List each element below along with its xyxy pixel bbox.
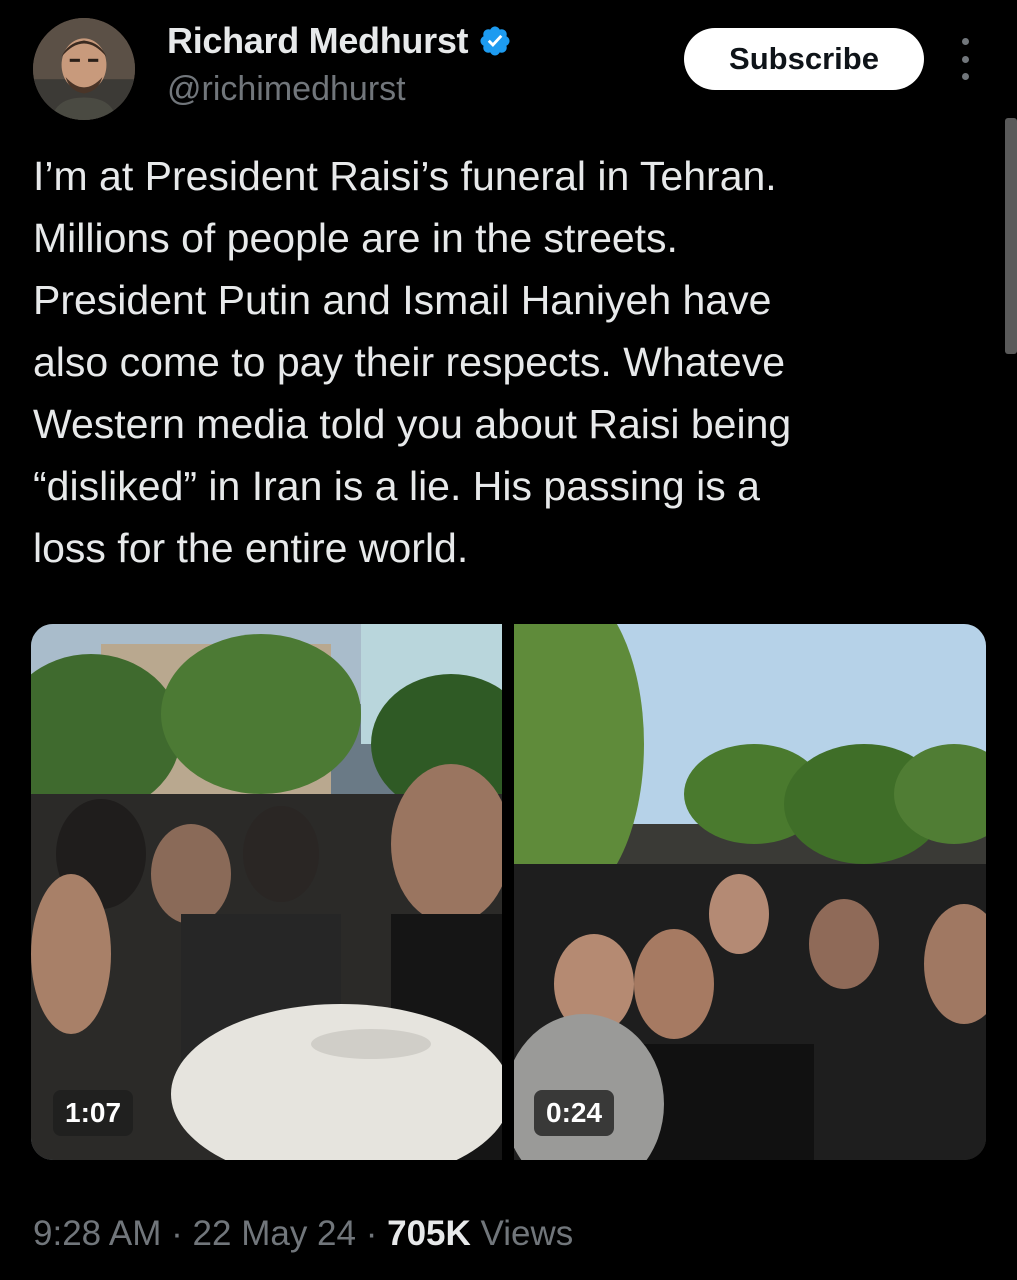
video-thumbnail-2[interactable]: 0:24 bbox=[514, 624, 986, 1160]
more-dot bbox=[961, 73, 969, 80]
tweet-meta: 9:28 AM · 22 May 24 · 705K Views bbox=[33, 1214, 573, 1254]
video-frame-1 bbox=[31, 624, 502, 1160]
avatar[interactable] bbox=[33, 18, 135, 120]
tweet-date[interactable]: 22 May 24 bbox=[193, 1214, 356, 1253]
tweet-text: I’m at President Raisi’s funeral in Tehr… bbox=[33, 153, 792, 571]
verified-badge-icon bbox=[480, 26, 510, 56]
author-handle[interactable]: @richimedhurst bbox=[167, 70, 406, 109]
video-duration-badge: 0:24 bbox=[534, 1090, 615, 1136]
views-label: Views bbox=[480, 1214, 574, 1253]
author-display-name[interactable]: Richard Medhurst bbox=[167, 20, 469, 62]
more-dot bbox=[961, 55, 969, 63]
meta-separator: · bbox=[171, 1214, 183, 1253]
video-frame-2 bbox=[514, 624, 986, 1160]
meta-separator: · bbox=[365, 1214, 378, 1253]
avatar-image bbox=[33, 18, 135, 120]
tweet-time[interactable]: 9:28 AM bbox=[33, 1214, 161, 1253]
scrollbar[interactable] bbox=[1005, 118, 1017, 354]
views-count: 705K bbox=[387, 1214, 471, 1253]
video-thumbnail-1[interactable]: 1:07 bbox=[31, 624, 502, 1160]
subscribe-button[interactable]: Subscribe bbox=[684, 28, 924, 90]
more-options-icon[interactable] bbox=[952, 38, 978, 80]
author-name-row: Richard Medhurst bbox=[167, 20, 512, 62]
tweet-header: Richard Medhurst @richimedhurst Subscrib… bbox=[0, 0, 1017, 120]
more-dot bbox=[961, 38, 969, 45]
video-duration-badge: 1:07 bbox=[53, 1090, 134, 1136]
